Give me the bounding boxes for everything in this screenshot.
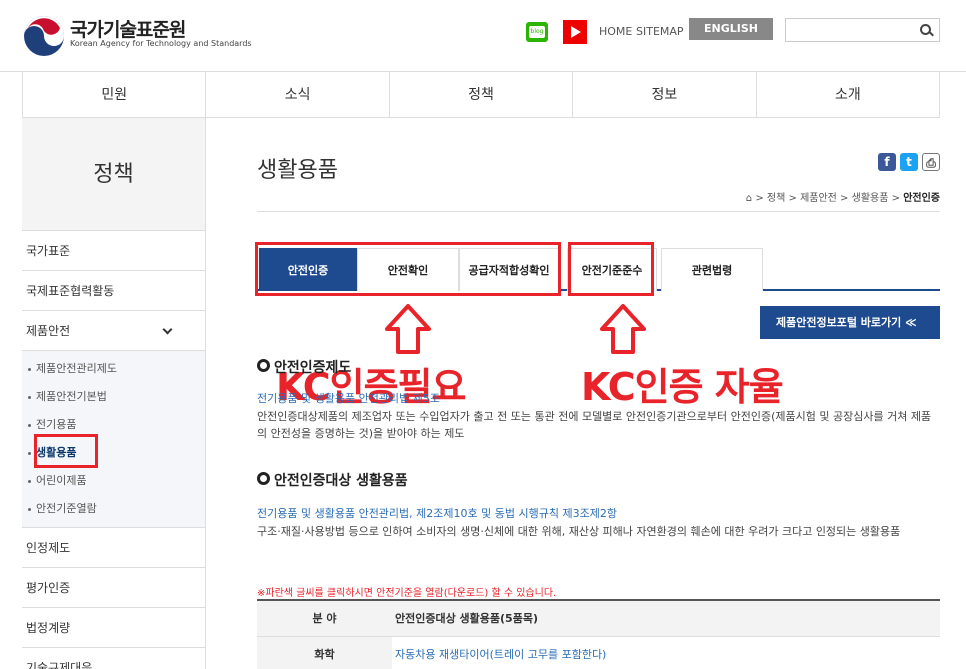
blog-icon[interactable]: blog bbox=[526, 22, 548, 42]
facebook-icon[interactable]: f bbox=[878, 153, 896, 171]
page: 국가기술표준원 Korean Agency for Technology and… bbox=[0, 0, 966, 669]
sidebar-item-national-standards[interactable]: 국가표준 bbox=[22, 231, 205, 271]
sidebar-title: 정책 bbox=[22, 118, 205, 231]
chevron-down-icon[interactable] bbox=[162, 324, 173, 335]
sidebar-item-product-safety[interactable]: 제품안전 bbox=[22, 311, 205, 351]
nav-item-info[interactable]: 정보 bbox=[573, 72, 757, 117]
sidebar-item-tech-regulation[interactable]: 기술규제대응 bbox=[22, 648, 205, 669]
highlight-box bbox=[255, 242, 561, 296]
brand-name[interactable]: 국가기술표준원 bbox=[70, 15, 186, 42]
sidebar-item-metrology[interactable]: 법정계량 bbox=[22, 608, 205, 648]
sidebar-item-accreditation[interactable]: 인정제도 bbox=[22, 528, 205, 568]
sitemap-link[interactable]: SITEMAP bbox=[636, 25, 684, 38]
page-title: 생활용품 bbox=[257, 158, 338, 183]
safety-portal-button[interactable]: 제품안전정보포털 바로가기 ≪ bbox=[760, 306, 940, 339]
sub-item-safety-basic-law[interactable]: 제품안전기본법 bbox=[22, 383, 205, 411]
search-icon[interactable] bbox=[913, 19, 939, 41]
main-nav: 민원 소식 정책 정보 소개 bbox=[22, 72, 941, 118]
section-body: 구조·재질·사용방법 등으로 인하여 소비자의 생명·신체에 대한 위해, 재산… bbox=[257, 525, 901, 538]
search-input[interactable] bbox=[785, 18, 940, 42]
breadcrumb: ⌂ > 정책 > 제품안전 > 생활용품 > 안전인증 bbox=[745, 193, 940, 204]
sub-item-safety-system[interactable]: 제품안전관리제도 bbox=[22, 355, 205, 383]
divider bbox=[257, 211, 940, 212]
english-button[interactable]: ENGLISH bbox=[689, 18, 773, 40]
breadcrumb-item[interactable]: 제품안전 bbox=[800, 193, 837, 204]
home-icon[interactable]: ⌂ bbox=[746, 193, 752, 204]
table-cell: 화학 bbox=[257, 636, 392, 669]
sidebar: 정책 국가표준 국제표준협력활동 제품안전 제품안전관리제도 제품안전기본법 전… bbox=[22, 118, 206, 669]
breadcrumb-item[interactable]: 정책 bbox=[767, 193, 785, 204]
table-row: 화학 자동차용 재생타이어(트레이 고무를 포함한다) bbox=[257, 636, 940, 669]
brand-name-en[interactable]: Korean Agency for Technology and Standar… bbox=[70, 39, 252, 48]
notice-text: ※파란색 글씨를 클릭하시면 안전기준을 열람(다운로드) 할 수 있습니다. bbox=[257, 588, 557, 599]
table-header-row: 분 야 안전인증대상 생활용품(5품목) bbox=[257, 599, 940, 637]
nav-item-minwon[interactable]: 민원 bbox=[23, 72, 207, 117]
highlight-box bbox=[34, 434, 98, 468]
breadcrumb-current: 안전인증 bbox=[903, 193, 940, 204]
annotation-kc-optional: KC인증 자율 bbox=[581, 365, 784, 409]
section-body: 안전인증대상제품의 제조업자 또는 수입업자가 출고 전 또는 통관 전에 모델… bbox=[257, 410, 932, 440]
section-title: 안전인증대상 생활용품 bbox=[257, 470, 408, 490]
blog-icon-label: blog bbox=[529, 26, 545, 38]
site-header: 국가기술표준원 Korean Agency for Technology and… bbox=[0, 0, 966, 72]
nav-item-news[interactable]: 소식 bbox=[206, 72, 390, 117]
print-icon[interactable]: ⎙ bbox=[922, 153, 940, 171]
kats-logo-icon[interactable] bbox=[22, 14, 66, 58]
tab-related-laws[interactable]: 관련법령 bbox=[661, 248, 763, 291]
up-arrow-icon bbox=[385, 304, 431, 354]
sidebar-item-evaluation[interactable]: 평가인증 bbox=[22, 568, 205, 608]
sidebar-item-label: 제품안전 bbox=[26, 324, 71, 338]
highlight-box bbox=[568, 242, 654, 296]
youtube-icon[interactable] bbox=[563, 20, 587, 44]
sub-item-children[interactable]: 어린이제품 bbox=[22, 467, 205, 495]
sub-item-standards-view[interactable]: 안전기준열람 bbox=[22, 495, 205, 523]
nav-item-about[interactable]: 소개 bbox=[757, 72, 941, 117]
table-header: 안전인증대상 생활용품(5품목) bbox=[392, 599, 940, 637]
data-table: 분 야 안전인증대상 생활용품(5품목) 화학 자동차용 재생타이어(트레이 고… bbox=[257, 599, 940, 669]
home-link[interactable]: HOME bbox=[599, 25, 632, 38]
breadcrumb-item[interactable]: 생활용품 bbox=[852, 193, 889, 204]
up-arrow-icon bbox=[600, 304, 646, 354]
law-link[interactable]: 전기용품 및 생활용품 안전관리법 제5조 bbox=[257, 390, 440, 406]
table-cell-link[interactable]: 자동차용 재생타이어(트레이 고무를 포함한다) bbox=[392, 636, 940, 669]
twitter-icon[interactable]: t bbox=[900, 153, 918, 171]
section-title: 안전인증제도 bbox=[257, 357, 351, 377]
sidebar-item-intl-cooperation[interactable]: 국제표준협력활동 bbox=[22, 271, 205, 311]
law-link[interactable]: 전기용품 및 생활용품 안전관리법, 제2조제10호 및 동법 시행규칙 제3조… bbox=[257, 505, 617, 521]
nav-item-policy[interactable]: 정책 bbox=[390, 72, 574, 117]
table-header: 분 야 bbox=[257, 599, 392, 637]
